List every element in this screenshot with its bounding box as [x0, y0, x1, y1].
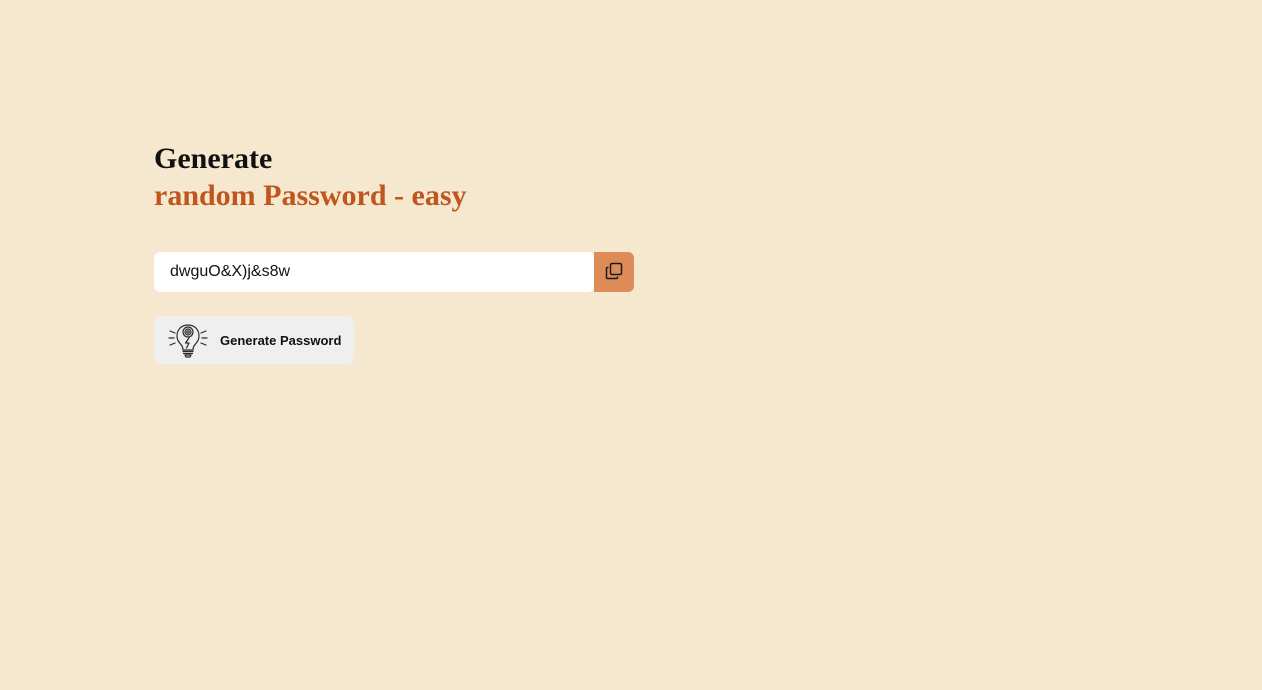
generate-password-button[interactable]: Generate Password — [154, 316, 354, 364]
password-row — [154, 252, 634, 292]
generate-button-label: Generate Password — [220, 332, 342, 348]
title-line-1: Generate — [154, 142, 273, 175]
password-output-field[interactable] — [154, 252, 594, 292]
password-generator: Generate random Password - easy dwguO&X)… — [154, 140, 634, 364]
copy-button[interactable] — [594, 252, 634, 292]
copy-icon — [605, 262, 623, 283]
title-line-2: random Password - easy — [154, 179, 467, 212]
page-title: Generate random Password - easy — [154, 140, 634, 214]
lightbulb-icon — [168, 320, 208, 360]
